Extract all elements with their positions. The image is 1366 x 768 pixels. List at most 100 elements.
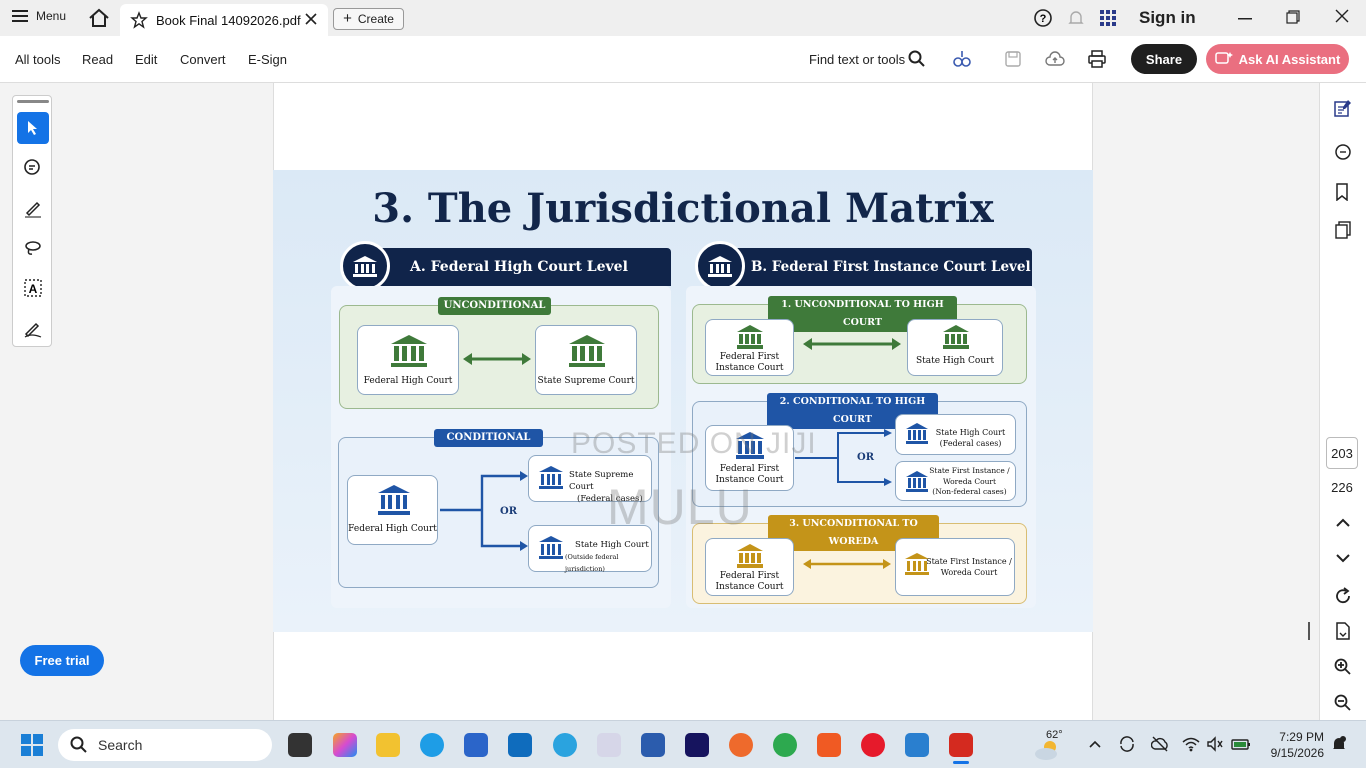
current-page-input[interactable]: 203	[1326, 437, 1358, 469]
edge-icon[interactable]	[420, 733, 444, 757]
file-explorer-icon[interactable]	[376, 733, 400, 757]
bookmark-icon[interactable]	[1334, 183, 1352, 201]
taskbar-search[interactable]: Search	[58, 729, 272, 761]
chevron-up-icon[interactable]	[1088, 739, 1102, 749]
snipping-tool-icon[interactable]	[597, 733, 621, 757]
comment-tool-button[interactable]	[17, 152, 49, 184]
acrobat-icon[interactable]	[949, 733, 973, 757]
svg-text:A: A	[29, 282, 38, 296]
zoom-in-icon[interactable]	[1334, 658, 1352, 676]
firefox-icon[interactable]	[729, 733, 753, 757]
or-label: OR	[500, 506, 518, 517]
slide-title: 3. The Jurisdictional Matrix	[372, 185, 994, 232]
conditional-label: CONDITIONAL	[434, 429, 543, 447]
total-pages: 226	[1331, 480, 1353, 495]
find-text-or-tools[interactable]: Find text or tools	[809, 52, 905, 67]
free-trial-button[interactable]: Free trial	[20, 645, 104, 676]
courthouse-icon	[391, 335, 427, 367]
rail-handle[interactable]	[17, 100, 49, 103]
courthouse-icon	[737, 325, 763, 349]
comments-panel-icon[interactable]	[1334, 143, 1352, 161]
double-arrow-icon	[803, 559, 891, 569]
highlight-tool-button[interactable]	[17, 192, 49, 224]
sync-icon[interactable]	[1118, 735, 1136, 753]
compare-icon[interactable]	[952, 49, 972, 69]
double-arrow-icon	[803, 338, 901, 350]
outlook-icon[interactable]	[508, 733, 532, 757]
courthouse-icon	[695, 241, 745, 291]
ask-ai-assistant-button[interactable]: Ask AI Assistant	[1206, 44, 1349, 74]
photos-icon[interactable]	[905, 733, 929, 757]
lasso-icon	[25, 241, 41, 255]
menu-label: Menu	[36, 9, 67, 23]
tool-edit[interactable]: Edit	[135, 52, 157, 67]
create-button[interactable]: + Create	[333, 8, 404, 30]
help-icon[interactable]: ?	[1034, 9, 1052, 27]
box-label: Instance Court	[715, 582, 784, 592]
chrome-icon[interactable]	[773, 733, 797, 757]
search-icon	[70, 736, 87, 753]
clock-date: 9/15/2026	[1270, 746, 1324, 760]
box-label: Instance Court	[715, 363, 784, 373]
federal-first-instance-box-1: Federal First Instance Court	[705, 319, 794, 376]
page-fit-icon[interactable]	[1334, 622, 1352, 640]
watermark-line-1: POSTED ON JIJI	[571, 427, 817, 460]
word-icon[interactable]	[641, 733, 665, 757]
save-icon[interactable]	[1004, 50, 1022, 68]
text-select-tool-button[interactable]: A	[17, 272, 49, 304]
star-icon[interactable]	[130, 11, 148, 29]
windows-start-icon[interactable]	[21, 734, 43, 756]
select-tool-button[interactable]	[17, 112, 49, 144]
tool-read[interactable]: Read	[82, 52, 113, 67]
task-view-icon[interactable]	[288, 733, 312, 757]
weather-cloud-icon	[1035, 741, 1057, 760]
box-label: Woreda Court	[942, 476, 997, 486]
volume-muted-icon[interactable]	[1206, 735, 1224, 753]
copilot-icon[interactable]	[333, 733, 357, 757]
left-tool-rail: A	[12, 95, 52, 347]
search-placeholder: Search	[98, 737, 143, 753]
wifi-icon[interactable]	[1182, 735, 1200, 753]
restore-icon[interactable]	[1286, 10, 1300, 24]
cloud-upload-icon[interactable]	[1045, 50, 1065, 68]
clock-time: 7:29 PM	[1279, 730, 1324, 744]
bell-icon[interactable]	[1067, 9, 1085, 27]
chevron-up-icon[interactable]	[1335, 516, 1351, 530]
close-tab-icon[interactable]	[304, 12, 318, 26]
window-close-icon[interactable]	[1335, 9, 1349, 23]
battery-icon[interactable]	[1231, 735, 1251, 753]
document-tab[interactable]: Book Final 14092026.pdf	[120, 4, 328, 36]
print-icon[interactable]	[1087, 50, 1107, 68]
weather-widget[interactable]: 62°	[1034, 729, 1074, 761]
store-icon[interactable]	[464, 733, 488, 757]
notification-icon[interactable]	[1331, 735, 1347, 753]
cursor-icon	[28, 121, 37, 135]
pages-icon[interactable]	[1334, 221, 1352, 239]
apps-grid-icon[interactable]	[1099, 9, 1117, 27]
system-clock[interactable]: 7:29 PM 9/15/2026	[1262, 729, 1324, 761]
minimize-icon[interactable]	[1237, 10, 1253, 26]
draw-tool-button[interactable]	[17, 232, 49, 264]
sign-tool-button[interactable]	[17, 312, 49, 344]
chevron-down-icon[interactable]	[1335, 551, 1351, 565]
opera-icon[interactable]	[861, 733, 885, 757]
ai-assistant-icon	[1214, 52, 1233, 64]
edit-page-icon[interactable]	[1334, 99, 1352, 117]
sign-in-button[interactable]: Sign in	[1139, 8, 1196, 28]
share-button[interactable]: Share	[1131, 44, 1197, 74]
refresh-icon[interactable]	[1334, 587, 1352, 605]
home-icon[interactable]	[88, 8, 110, 28]
scrollbar[interactable]	[1308, 622, 1310, 640]
tool-all-tools[interactable]: All tools	[15, 52, 61, 67]
federal-high-court-source-box: Federal High Court	[347, 475, 438, 545]
menu-button[interactable]: Menu	[12, 9, 66, 23]
premiere-icon[interactable]	[685, 733, 709, 757]
zoom-out-icon[interactable]	[1334, 694, 1352, 712]
tool-e-sign[interactable]: E-Sign	[248, 52, 287, 67]
tool-convert[interactable]: Convert	[180, 52, 226, 67]
weather-temp: 62°	[1046, 729, 1063, 741]
telegram-icon[interactable]	[553, 733, 577, 757]
cloud-off-icon[interactable]	[1151, 735, 1169, 753]
search-icon[interactable]	[908, 50, 926, 68]
brave-icon[interactable]	[817, 733, 841, 757]
